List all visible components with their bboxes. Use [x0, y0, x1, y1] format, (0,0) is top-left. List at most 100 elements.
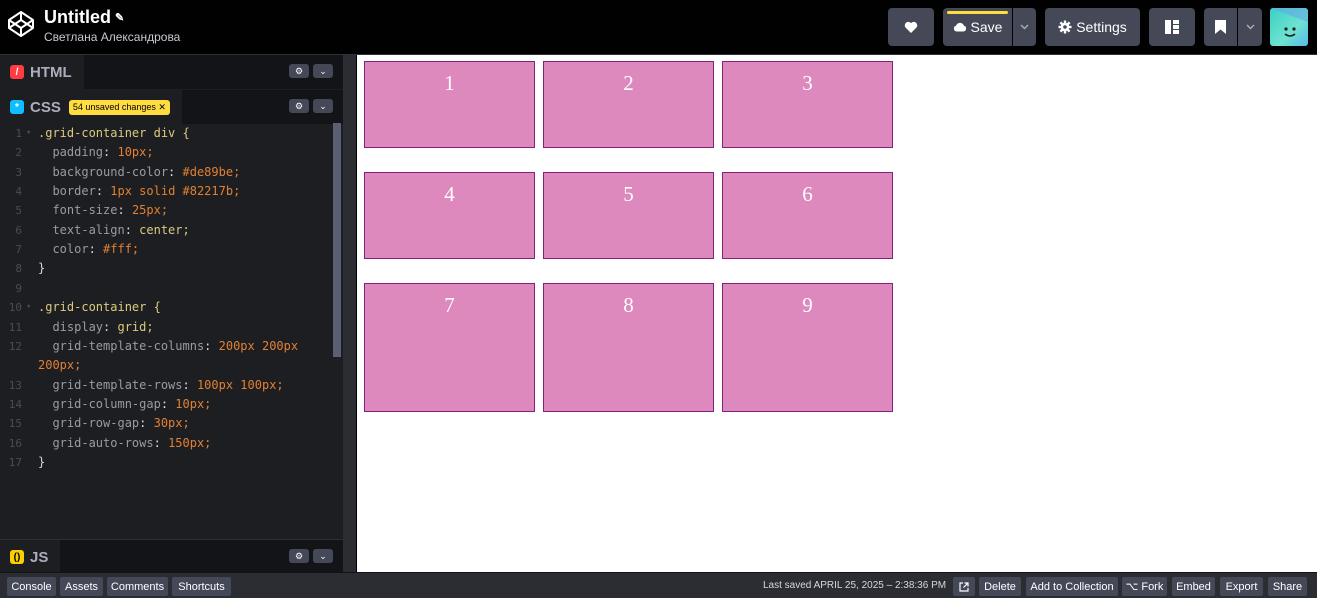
css-code-editor[interactable]: 1 ▾ .grid-container div { 2 padding: 10px; 3…	[0, 124, 343, 532]
bottom-bar: Console Assets Comments Shortcuts Last s…	[0, 572, 1317, 598]
grid-item: 3	[722, 61, 893, 148]
grid-item: 6	[722, 172, 893, 259]
open-external-button[interactable]	[953, 577, 975, 596]
line-number: 12	[8, 339, 22, 353]
js-collapse-button[interactable]: ⌄	[313, 549, 333, 563]
html-editor-header: / HTML ⚙ ⌄	[0, 55, 343, 89]
settings-button[interactable]: Settings	[1045, 8, 1140, 46]
unsaved-changes-label: 54 unsaved changes	[72, 101, 156, 112]
code-text: padding: 10px;	[52, 145, 154, 160]
code-text: }	[38, 261, 46, 276]
code-text: .grid-container div {	[38, 126, 190, 140]
save-options-button[interactable]	[1013, 8, 1036, 46]
line-number: 3	[15, 165, 22, 179]
line-number: 10	[8, 301, 22, 315]
fold-arrow-icon[interactable]: ▾	[26, 298, 31, 317]
pencil-icon[interactable]: ✎	[115, 11, 124, 24]
code-text: }	[38, 454, 46, 469]
css-badge-icon: *	[10, 100, 24, 114]
js-badge-icon: ()	[10, 550, 24, 564]
fork-button[interactable]: ⌥ Fork	[1122, 577, 1167, 596]
assets-button[interactable]: Assets	[60, 577, 103, 596]
line-number: 5	[15, 204, 22, 218]
fold-arrow-icon[interactable]: ▾	[26, 124, 31, 143]
js-editor-tab[interactable]: () JS	[0, 540, 61, 574]
preview-pane: 123 456 789	[356, 55, 1317, 572]
grid-item: 4	[364, 172, 535, 259]
grid-container: 123 456 789	[364, 61, 893, 412]
unsaved-changes-badge[interactable]: 54 unsaved changes ✕	[68, 99, 170, 115]
html-editor-label: HTML	[30, 63, 72, 81]
html-settings-button[interactable]: ⚙	[289, 64, 309, 78]
export-button[interactable]: Export	[1220, 577, 1263, 596]
line-number: 2	[15, 146, 22, 160]
save-label: Save	[970, 19, 1003, 35]
line-number: 9	[15, 281, 22, 295]
user-avatar[interactable]	[1270, 8, 1308, 46]
embed-button[interactable]: Embed	[1172, 577, 1215, 596]
bookmark-icon	[1215, 20, 1226, 34]
layout-icon	[1165, 20, 1179, 34]
avatar-face-icon	[1270, 8, 1308, 37]
fork-label: Fork	[1141, 580, 1164, 593]
save-button[interactable]: Save	[943, 8, 1012, 46]
css-editor-tab[interactable]: * CSS 54 unsaved changes ✕	[0, 90, 182, 124]
bookmark-options-button[interactable]	[1238, 8, 1262, 46]
share-button[interactable]: Share	[1268, 577, 1307, 596]
code-text: .grid-container {	[38, 300, 161, 315]
js-editor-label: JS	[30, 548, 49, 566]
line-number: 13	[8, 378, 22, 392]
line-number: 11	[8, 320, 22, 334]
unsaved-indicator	[947, 11, 1008, 14]
chevron-down-icon	[1246, 24, 1254, 30]
code-text: background-color: #de89be;	[52, 164, 241, 179]
grid-item: 5	[543, 172, 714, 259]
code-text: text-align: center;	[52, 222, 190, 237]
line-number: 14	[8, 397, 22, 411]
line-number: 7	[15, 243, 22, 257]
line-number: 8	[15, 262, 22, 276]
line-number: 16	[8, 436, 22, 450]
settings-label: Settings	[1076, 19, 1127, 35]
layout-button[interactable]	[1149, 8, 1195, 46]
heart-button[interactable]	[888, 8, 934, 46]
line-number: 17	[8, 455, 22, 469]
grid-item: 9	[722, 283, 893, 412]
pen-title[interactable]: Untitled ✎	[44, 7, 124, 28]
delete-button[interactable]: Delete	[979, 577, 1021, 596]
codepen-logo-icon[interactable]	[6, 9, 36, 39]
css-collapse-button[interactable]: ⌄	[313, 99, 333, 113]
code-text: grid-template-rows: 100px 100px;	[52, 377, 284, 392]
css-editor-label: CSS	[30, 98, 61, 116]
add-to-collection-button[interactable]: Add to Collection	[1026, 577, 1118, 596]
grid-item: 1	[364, 61, 535, 148]
code-text: grid-row-gap: 30px;	[52, 416, 190, 431]
panel-resizer[interactable]	[343, 55, 356, 572]
bookmark-button[interactable]	[1204, 8, 1237, 46]
shortcuts-button[interactable]: Shortcuts	[172, 577, 231, 596]
code-text: grid-column-gap: 10px;	[52, 396, 212, 411]
code-text: grid-template-columns: 200px 200px	[52, 338, 299, 353]
author-name[interactable]: Светлана Александрова	[44, 30, 180, 44]
comments-button[interactable]: Comments	[107, 577, 168, 596]
css-settings-button[interactable]: ⚙	[289, 99, 309, 113]
html-collapse-button[interactable]: ⌄	[313, 64, 333, 78]
gear-icon	[1058, 20, 1072, 34]
top-bar: Untitled ✎ Светлана Александрова Save Set…	[0, 0, 1317, 55]
last-saved-text: Last saved APRIL 25, 2025 – 2:38:36 PM	[763, 580, 947, 591]
js-settings-button[interactable]: ⚙	[289, 549, 309, 563]
js-editor-header: () JS ⚙ ⌄	[0, 539, 343, 574]
css-editor-header: * CSS 54 unsaved changes ✕ ⚙ ⌄	[0, 90, 343, 124]
code-text: 200px;	[38, 358, 82, 373]
external-link-icon	[959, 581, 969, 592]
cloud-icon	[953, 22, 966, 32]
line-number: 15	[8, 417, 22, 431]
console-button[interactable]: Console	[7, 577, 56, 596]
line-number: 6	[15, 223, 22, 237]
pen-title-text[interactable]: Untitled	[44, 7, 111, 27]
line-number: 1	[15, 127, 22, 140]
fork-icon: ⌥	[1125, 581, 1139, 593]
html-editor-tab[interactable]: / HTML	[0, 55, 84, 89]
editor-scrollbar[interactable]	[333, 123, 341, 357]
code-text: grid-auto-rows: 150px;	[52, 435, 212, 450]
